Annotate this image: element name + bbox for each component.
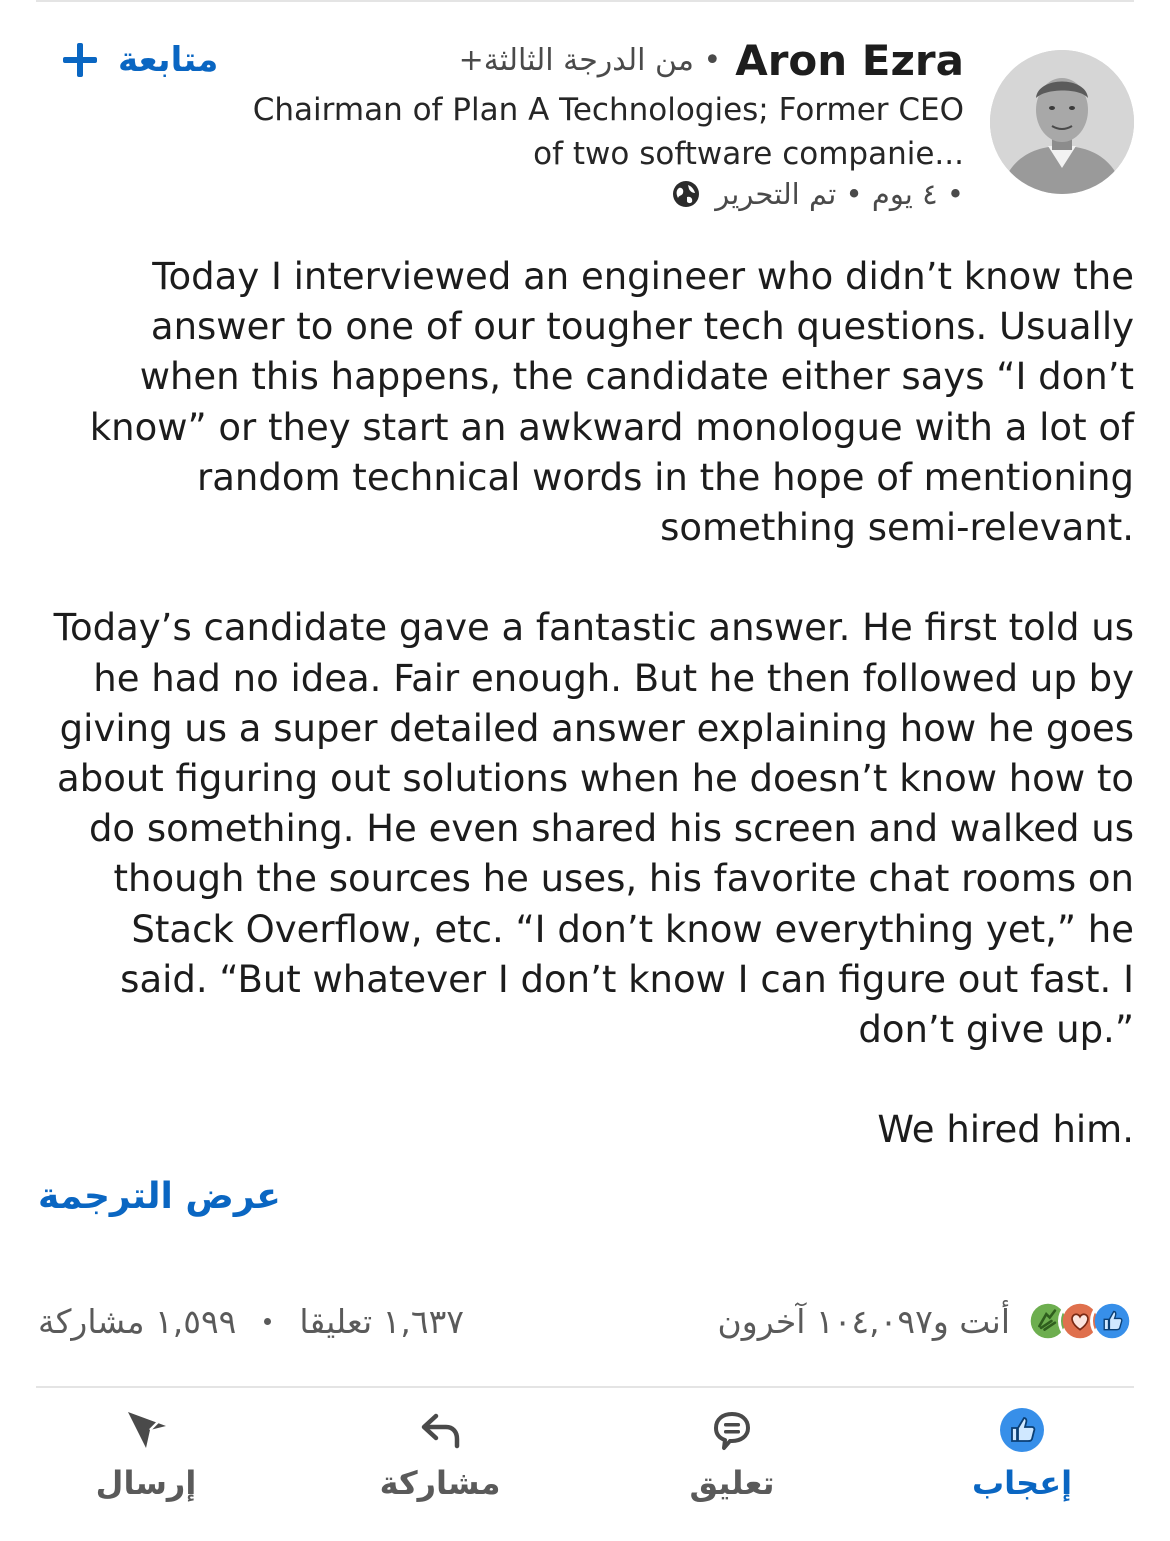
engagement-counts: ١,٦٣٧ تعليقا ١,٥٩٩ مشاركة	[38, 1296, 464, 1346]
author-headline: Chairman of Plan A Technologies; Former …	[252, 92, 964, 172]
globe-icon	[673, 181, 700, 207]
share-label: مشاركة	[379, 1464, 501, 1502]
post-paragraph: Today I interviewed an engineer who didn…	[89, 255, 1134, 550]
post-action-bar: إعجاب تعليق مشاركة إرسال	[0, 1400, 1170, 1510]
share-arrow-icon	[421, 1413, 460, 1449]
author-name-line[interactable]: • من الدرجة الثالثة+ Aron Ezra	[459, 34, 964, 86]
send-label: إرسال	[95, 1464, 197, 1502]
send-icon	[128, 1412, 166, 1448]
separator-dot	[264, 1317, 272, 1325]
see-translation-link[interactable]: عرض الترجمة	[38, 1176, 281, 1217]
reactions-summary[interactable]: أنت و١٠٤,٠٩٧ آخرون	[718, 1296, 1134, 1346]
like-icon	[1090, 1299, 1134, 1343]
post-body: Today I interviewed an engineer who didn…	[40, 252, 1134, 1156]
author-avatar[interactable]	[990, 50, 1134, 194]
like-icon	[1000, 1408, 1044, 1452]
post-paragraph: Today’s candidate gave a fantastic answe…	[53, 606, 1134, 1052]
reactions-count[interactable]: أنت و١٠٤,٠٩٧ آخرون	[718, 1302, 1010, 1341]
like-label: إعجاب	[971, 1464, 1073, 1502]
send-button[interactable]: إرسال	[56, 1406, 236, 1502]
comment-icon	[714, 1412, 750, 1450]
post-meta: ٤ يوم • تم التحرير •	[671, 174, 964, 214]
shares-count[interactable]: ١,٥٩٩ مشاركة	[38, 1302, 236, 1341]
post-time-edited: ٤ يوم • تم التحرير •	[715, 177, 964, 211]
connection-degree: • من الدرجة الثالثة+	[458, 42, 722, 78]
comment-label: تعليق	[689, 1464, 775, 1502]
like-button[interactable]: إعجاب	[932, 1406, 1112, 1502]
reaction-icons	[1026, 1299, 1134, 1343]
comments-count[interactable]: ١,٦٣٧ تعليقا	[299, 1302, 464, 1341]
comment-button[interactable]: تعليق	[642, 1406, 822, 1502]
post-paragraph: We hired him.	[877, 1108, 1134, 1152]
follow-button[interactable]: متابعة	[60, 34, 218, 86]
share-button[interactable]: مشاركة	[350, 1406, 530, 1502]
top-divider	[36, 0, 1134, 2]
plus-icon	[63, 43, 97, 77]
author-name[interactable]: Aron Ezra	[735, 36, 964, 85]
follow-label: متابعة	[118, 40, 219, 80]
actions-divider	[36, 1386, 1134, 1388]
